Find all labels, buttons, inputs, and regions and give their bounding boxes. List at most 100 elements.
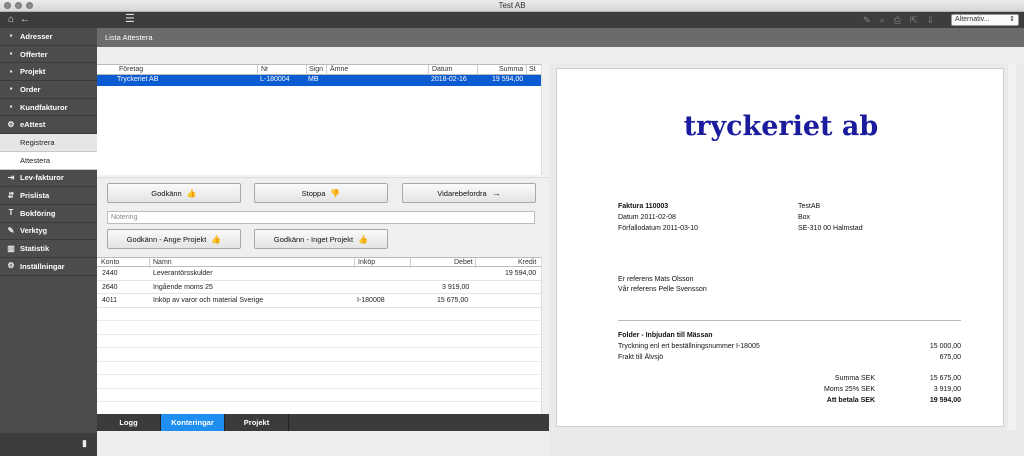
column-header-namn[interactable]: Namn — [153, 259, 172, 266]
cell-namn: Inköp av varor och material Sverige — [153, 297, 264, 304]
tab-label: Projekt — [243, 418, 270, 427]
thumbs-up-icon: 👍 — [358, 234, 369, 244]
supplier-invoice-icon: ⇥ — [7, 172, 15, 182]
search-icon[interactable]: ⌕ — [880, 15, 885, 26]
cell-sign: MB — [308, 76, 319, 83]
cell-company: Tryckeriet AB — [117, 76, 159, 83]
divider — [618, 320, 961, 321]
cell-debet: 3 919,00 — [442, 283, 470, 291]
cell-konto: 2440 — [102, 270, 118, 277]
settings-icon: ⚙ — [7, 261, 15, 271]
sidebar-item-offerter[interactable]: ▪ Offerter — [0, 46, 97, 64]
company-logo: tryckeriet ab — [683, 111, 879, 142]
stop-button-label: Stoppa — [301, 188, 326, 198]
column-header-debet[interactable]: Debet — [454, 259, 473, 266]
sidebar-item-statistik[interactable]: ▥ Statistik — [0, 240, 97, 258]
cell-date: 2018-02-16 — [431, 76, 467, 83]
column-header-status[interactable]: St — [529, 66, 536, 73]
sidebar-subitem-registrera[interactable]: Registrera — [0, 134, 97, 152]
line1-text: Tryckning enl ert beställningsnummer I-1… — [618, 343, 760, 350]
sidebar-item-label: Projekt — [20, 67, 46, 77]
sidebar-item-bokforing[interactable]: T Bokföring — [0, 205, 97, 223]
address-icon: ▪ — [9, 31, 13, 41]
column-header-konto[interactable]: Konto — [101, 259, 119, 266]
column-header-sign[interactable]: Sign — [309, 66, 323, 73]
column-header-foretag[interactable]: Företag — [119, 66, 143, 73]
hamburger-menu-icon[interactable]: ☰ — [125, 14, 135, 25]
column-header-amne[interactable]: Ämne — [330, 66, 348, 73]
sidebar-item-label: Statistik — [20, 244, 50, 254]
project-icon: ▪ — [9, 66, 13, 76]
alternatives-select-value: Alternativ... — [955, 16, 990, 23]
tab-konteringar[interactable]: Konteringar — [161, 414, 225, 431]
document-scrollbar[interactable] — [1008, 64, 1016, 430]
sidebar-subitem-attestera[interactable]: Attestera — [0, 151, 97, 170]
column-header-nr[interactable]: Nr — [261, 66, 268, 73]
note-placeholder: Notering — [111, 214, 138, 221]
sidebar-item-adresser[interactable]: ▪ Adresser — [0, 28, 97, 46]
invoice-list-header: Företag Nr Sign Ämne Datum Summa St — [97, 64, 541, 75]
sidebar-item-kundfakturor[interactable]: ▪ Kundfakturor — [0, 99, 97, 117]
column-header-datum[interactable]: Datum — [432, 66, 453, 73]
stop-button[interactable]: Stoppa 👎 — [254, 183, 388, 203]
main-toolbar: ☰ ✎ ⌕ ⎙ ⇱ ⇩ Alternativ... ⇕ — [97, 12, 1024, 28]
approve-button[interactable]: Godkänn 👍 — [107, 183, 241, 203]
forward-button-label: Vidarebefordra — [437, 188, 487, 198]
gear-icon: ⚙ — [7, 119, 15, 129]
table-row[interactable]: Tryckeriet AB L-180004 MB 2018-02-16 19 … — [97, 75, 541, 86]
home-icon[interactable]: ⌂ — [8, 15, 14, 25]
approve-project-button[interactable]: Godkänn - Ange Projekt 👍 — [107, 229, 241, 249]
action-panel: Godkänn 👍 Stoppa 👎 Vidarebefordra → Note… — [97, 177, 549, 257]
accounting-scrollbar[interactable] — [541, 257, 549, 414]
invoice-icon: ▪ — [9, 102, 13, 112]
sum-label: Summa SEK — [834, 375, 875, 382]
empty-row — [97, 335, 541, 348]
export-icon[interactable]: ⇱ — [910, 15, 918, 26]
column-header-inkop[interactable]: Inköp — [358, 259, 375, 266]
invoice-list: Tryckeriet AB L-180004 MB 2018-02-16 19 … — [97, 75, 541, 175]
tools-icon: ✎ — [7, 225, 15, 235]
sidebar-item-order[interactable]: ▪ Order — [0, 81, 97, 99]
column-header-kredit[interactable]: Kredit — [518, 259, 536, 266]
back-arrow-icon[interactable]: ← — [20, 15, 30, 25]
sidebar-item-projekt[interactable]: ▪ Projekt — [0, 63, 97, 82]
tab-projekt[interactable]: Projekt — [225, 414, 289, 431]
cell-inkop: I-180008 — [357, 297, 385, 304]
tab-label: Konteringar — [171, 418, 214, 427]
sidebar: ▪ Adresser ▪ Offerter ▪ Projekt ▪ Order … — [0, 28, 97, 433]
tab-logg[interactable]: Logg — [97, 414, 161, 431]
invoice-list-scrollbar[interactable] — [541, 64, 549, 175]
note-input[interactable]: Notering — [107, 211, 535, 224]
our-reference: Er referens Mats Olsson — [618, 276, 694, 283]
bottom-tabs: Logg Konteringar Projekt — [97, 414, 549, 431]
approve-no-project-button[interactable]: Godkänn - Inget Projekt 👍 — [254, 229, 388, 249]
sidebar-item-label: Kundfakturor — [20, 102, 68, 112]
your-reference: Vår referens Pelle Svensson — [618, 286, 707, 293]
bookmark-icon[interactable]: ▮ — [82, 438, 87, 449]
accounting-header: Konto Namn Inköp Debet Kredit — [97, 257, 541, 268]
sidebar-item-eattest[interactable]: ⚙ eAttest — [0, 116, 97, 135]
print-icon[interactable]: ⎙ — [894, 15, 901, 26]
table-row[interactable]: 2440 Leverantörsskulder 19 594,00 — [97, 267, 541, 281]
approve-project-label: Godkänn - Ange Projekt — [126, 234, 207, 244]
bottom-fill — [97, 431, 549, 456]
sidebar-item-lev-fakturor[interactable]: ⇥ Lev-fakturor — [0, 170, 97, 188]
column-header-summa[interactable]: Summa — [499, 66, 523, 73]
line1-amount: 15 000,00 — [929, 343, 961, 350]
sidebar-item-installningar[interactable]: ⚙ Inställningar — [0, 258, 97, 276]
sidebar-item-prislista[interactable]: ⇵ Prislista — [0, 187, 97, 205]
sidebar-subitem-label: Registrera — [20, 137, 55, 147]
sidebar-item-verktyg[interactable]: ✎ Verktyg — [0, 223, 97, 241]
invoice-heading: Folder - Inbjudan till Mässan — [618, 332, 713, 339]
statistics-icon: ▥ — [7, 243, 15, 253]
approve-button-label: Godkänn — [151, 188, 182, 198]
alternatives-select[interactable]: Alternativ... ⇕ — [951, 14, 1019, 26]
sidebar-item-label: Lev-fakturor — [20, 173, 64, 183]
edit-pencil-icon[interactable]: ✎ — [863, 15, 871, 26]
bookkeeping-icon: T — [8, 208, 14, 218]
table-row[interactable]: 4011 Inköp av varor och material Sverige… — [97, 294, 541, 308]
sum-value: 15 675,00 — [929, 375, 961, 382]
table-row[interactable]: 2640 Ingående moms 25 3 919,00 — [97, 281, 541, 294]
forward-button[interactable]: Vidarebefordra → — [402, 183, 536, 203]
download-icon[interactable]: ⇩ — [926, 15, 934, 26]
